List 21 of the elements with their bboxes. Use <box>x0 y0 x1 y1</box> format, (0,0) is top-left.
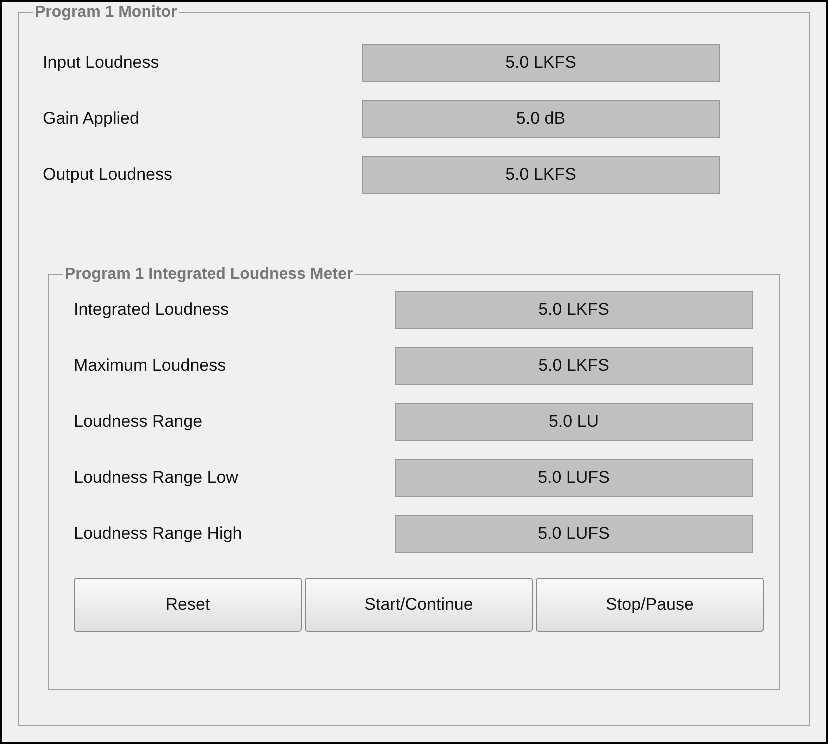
field-label: Maximum Loudness <box>74 356 228 376</box>
action-button[interactable]: Stop/Pause <box>536 578 764 632</box>
panel-title: Program 1 Integrated Loudness Meter <box>63 265 356 285</box>
field-label: Output Loudness <box>43 165 174 185</box>
value-display: 5.0 dB <box>362 100 720 138</box>
field-label: Loudness Range Low <box>74 468 240 488</box>
field-label: Loudness Range High <box>74 524 244 544</box>
field-label: Gain Applied <box>43 109 140 129</box>
field-label: Integrated Loudness <box>74 300 230 320</box>
field-label: Loudness Range <box>74 412 204 432</box>
panel-title: Program 1 Monitor <box>33 3 180 23</box>
value-display: 5.0 LKFS <box>362 44 720 82</box>
value-display: 5.0 LKFS <box>395 291 753 329</box>
field-label: Input Loudness <box>43 53 160 73</box>
value-display: 5.0 LU <box>395 403 753 441</box>
value-display: 5.0 LUFS <box>395 515 753 553</box>
action-button[interactable]: Start/Continue <box>305 578 533 632</box>
value-display: 5.0 LUFS <box>395 459 753 497</box>
value-display: 5.0 LKFS <box>395 347 753 385</box>
value-display: 5.0 LKFS <box>362 156 720 194</box>
action-button[interactable]: Reset <box>74 578 302 632</box>
